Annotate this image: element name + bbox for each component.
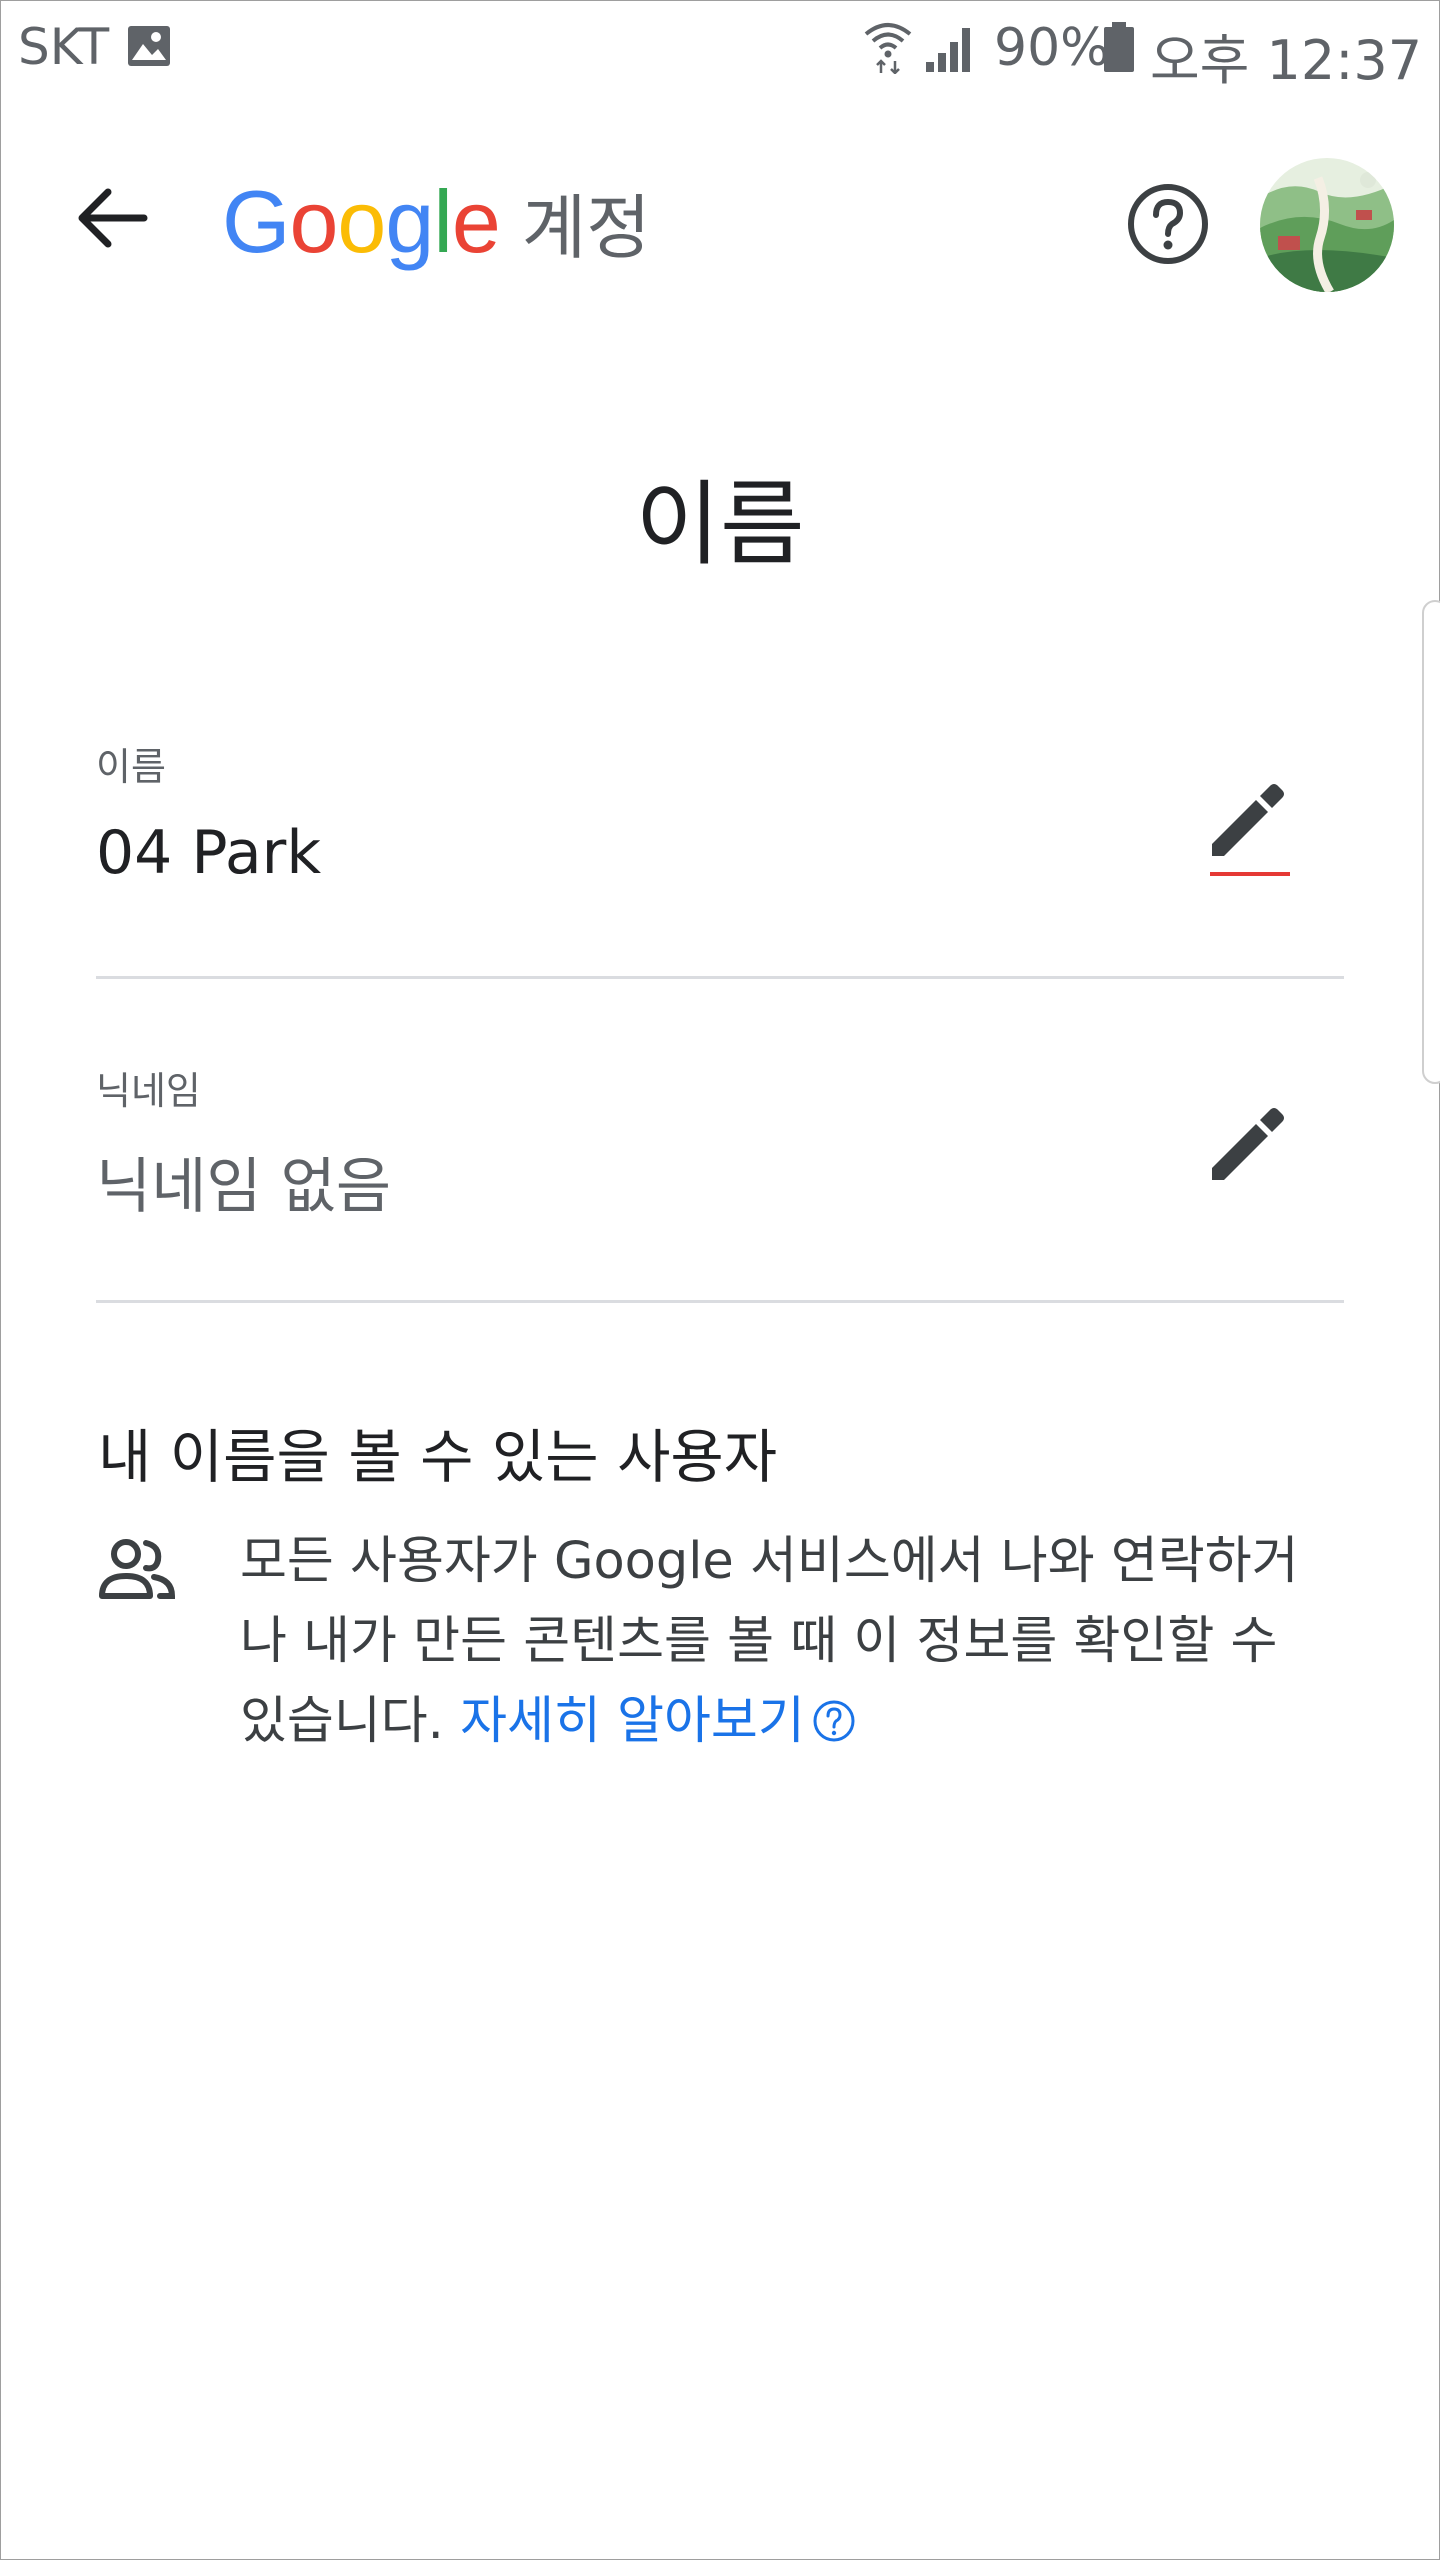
edit-name-button[interactable] (1198, 770, 1298, 876)
description-line: 모든 사용자가 Google 서비스에서 나와 연락하거 (240, 1532, 1299, 1591)
avatar-landscape-image (1260, 158, 1394, 292)
nickname-field-label: 닉네임 (96, 1069, 201, 1113)
visibility-section-title: 내 이름을 볼 수 있는 사용자 (98, 1423, 778, 1491)
help-circle-small-icon (813, 1700, 855, 1742)
name-field-value: 04 Park (96, 818, 322, 888)
pencil-icon (1212, 1108, 1284, 1180)
scrollbar-handle[interactable] (1422, 600, 1440, 1084)
google-account-brand: Google 계정 (222, 172, 651, 272)
nickname-field-value: 닉네임 없음 (96, 1152, 392, 1222)
profile-avatar[interactable] (1260, 158, 1394, 292)
edit-nickname-button[interactable] (1198, 1094, 1298, 1194)
learn-more-link-text: 자세히 알아보기 (460, 1692, 805, 1751)
visibility-description: 모든 사용자가 Google 서비스에서 나와 연락하거 나 내가 만든 콘텐츠… (240, 1522, 1360, 1762)
screen-frame (0, 0, 1440, 2560)
logo-letter: g (385, 172, 434, 271)
help-button[interactable] (1126, 182, 1210, 266)
logo-letter: l (433, 172, 453, 271)
learn-more-link[interactable]: 자세히 알아보기 (460, 1692, 857, 1751)
logo-letter: e (451, 172, 501, 271)
carrier-label: SKT (18, 18, 110, 76)
logo-letter: o (337, 172, 386, 271)
status-clock: 오후 12:37 (1150, 29, 1423, 92)
focus-underline (1210, 872, 1290, 876)
logo-letter: G (222, 172, 290, 271)
divider (96, 1300, 1344, 1303)
description-line: 있습니다. (240, 1692, 461, 1751)
description-line-last: 있습니다. 자세히 알아보기 (240, 1682, 1360, 1762)
back-button[interactable] (70, 176, 154, 260)
battery-percent: 90% (994, 18, 1110, 78)
cell-signal-icon (926, 28, 970, 72)
google-logo: Google (222, 171, 501, 273)
gallery-notification-icon (128, 26, 170, 66)
battery-icon (1104, 22, 1134, 72)
people-icon (99, 1539, 176, 1599)
account-label: 계정 (521, 186, 651, 269)
name-field-label: 이름 (96, 745, 166, 789)
status-bar: SKT 90% 오후 12:37 (0, 0, 1440, 96)
wifi-icon (864, 23, 912, 74)
page-title: 이름 (635, 471, 805, 578)
logo-letter: o (289, 172, 338, 271)
divider (96, 976, 1344, 979)
description-line: 나 내가 만든 콘텐츠를 볼 때 이 정보를 확인할 수 (240, 1612, 1278, 1671)
pencil-icon (1212, 784, 1284, 856)
